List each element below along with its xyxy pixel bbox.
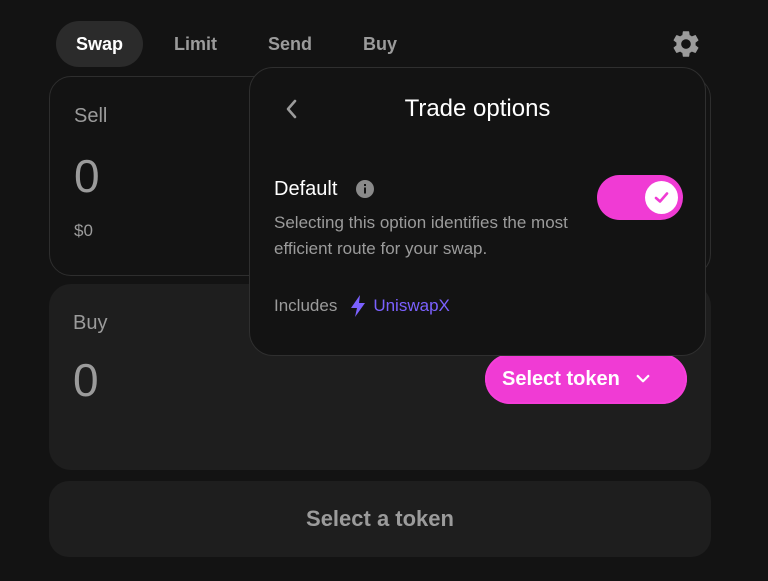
option-description: Selecting this option identifies the mos… bbox=[274, 213, 568, 258]
includes-label: Includes bbox=[274, 296, 338, 315]
gear-icon[interactable] bbox=[670, 28, 702, 60]
tab-swap[interactable]: Swap bbox=[56, 21, 144, 67]
sell-amount-input[interactable]: 0 bbox=[74, 149, 100, 203]
toggle-knob bbox=[645, 181, 678, 214]
check-icon bbox=[654, 192, 669, 203]
popover-title: Trade options bbox=[404, 95, 551, 122]
cta-label: Select a token bbox=[306, 506, 454, 531]
tab-send[interactable]: Send bbox=[248, 21, 332, 67]
chevron-down-icon bbox=[636, 374, 650, 383]
info-icon[interactable] bbox=[356, 180, 374, 198]
uniswapx-link[interactable]: UniswapX bbox=[373, 296, 450, 316]
buy-label: Buy bbox=[73, 312, 108, 334]
trade-options-popover: Trade options Default Selecting this opt… bbox=[249, 67, 706, 356]
lightning-icon bbox=[351, 295, 366, 317]
swap-tabs: Swap Limit Send Buy bbox=[56, 21, 428, 67]
tab-limit[interactable]: Limit bbox=[154, 21, 237, 67]
select-token-label: Select token bbox=[502, 367, 620, 390]
sell-label: Sell bbox=[74, 105, 108, 127]
select-a-token-button[interactable]: Select a token bbox=[49, 481, 711, 557]
option-title: Default bbox=[274, 178, 338, 200]
select-token-button[interactable]: Select token bbox=[485, 354, 687, 404]
default-route-toggle[interactable] bbox=[597, 175, 683, 220]
sell-usd-value: $0 bbox=[74, 221, 93, 240]
tab-buy[interactable]: Buy bbox=[343, 21, 417, 67]
includes-row: Includes UniswapX bbox=[274, 295, 450, 317]
buy-amount-input[interactable]: 0 bbox=[73, 353, 99, 407]
